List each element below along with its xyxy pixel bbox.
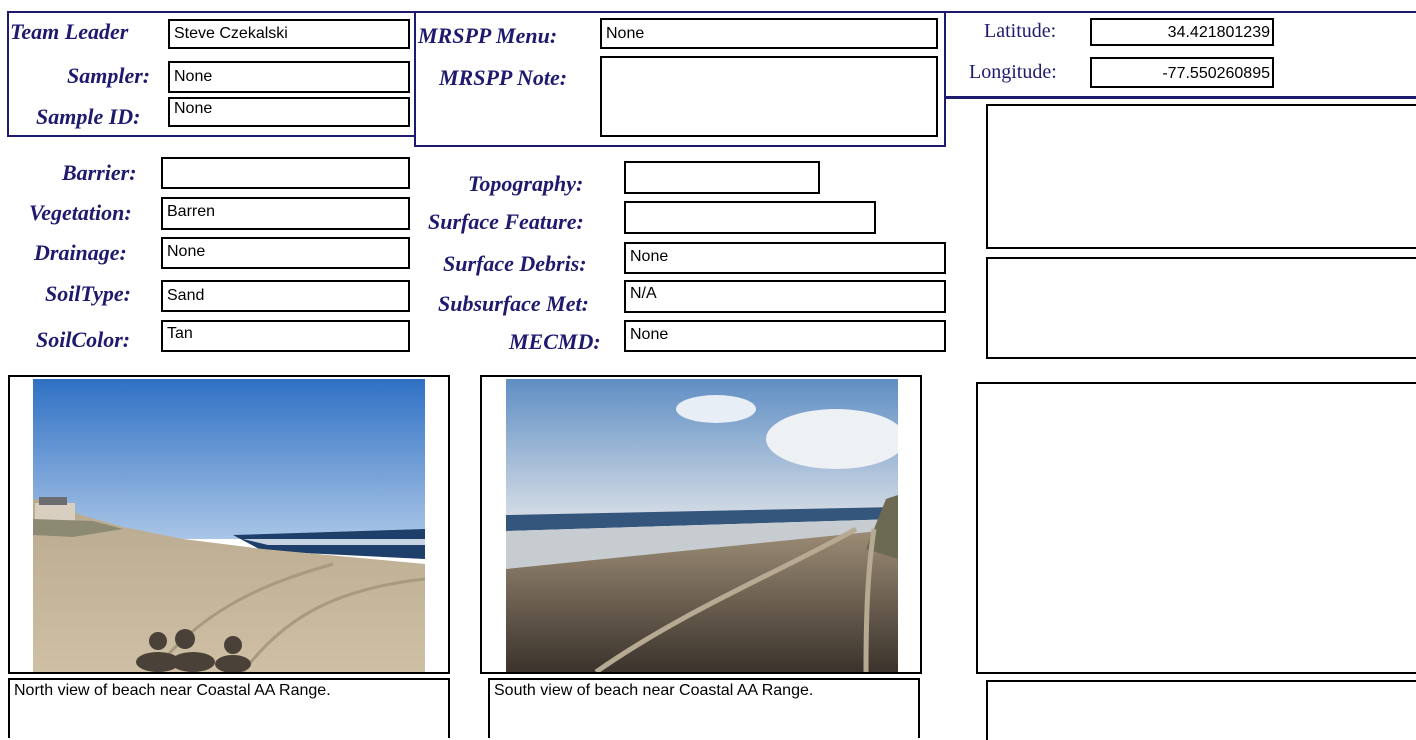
surface-debris-label: Surface Debris: (443, 251, 587, 276)
longitude-field[interactable]: -77.550260895 (1090, 57, 1274, 88)
header-top-line (946, 11, 1416, 13)
sampler-label: Sampler: (67, 63, 151, 88)
surface-debris-field[interactable]: None (624, 242, 946, 274)
drainage-label: Drainage: (34, 240, 127, 265)
sampler-field[interactable]: None (168, 61, 410, 93)
map-panel-top (986, 104, 1416, 249)
photo-north-view (33, 379, 425, 672)
team-leader-label: Team Leader (10, 19, 129, 44)
soiltype-label: SoilType: (45, 281, 131, 306)
barrier-field[interactable] (161, 157, 410, 189)
photo-south-view (506, 379, 898, 672)
topography-label: Topography: (468, 171, 584, 196)
map-panel-second (986, 257, 1416, 359)
subsurface-met-field[interactable]: N/A (624, 280, 946, 313)
mecmd-field[interactable]: None (624, 320, 946, 352)
header-bottom-line (946, 96, 1416, 99)
latitude-field[interactable]: 34.421801239 (1090, 18, 1274, 46)
vegetation-field[interactable]: Barren (161, 197, 410, 230)
soilcolor-field[interactable]: Tan (161, 320, 410, 352)
photo-caption-north: North view of beach near Coastal AA Rang… (8, 678, 450, 738)
team-leader-field[interactable]: Steve Czekalski (168, 19, 410, 49)
soilcolor-label: SoilColor: (36, 327, 131, 352)
topography-field[interactable] (624, 161, 820, 194)
longitude-label: Longitude: (969, 61, 1057, 83)
vegetation-label: Vegetation: (29, 200, 132, 225)
sample-id-label: Sample ID: (36, 104, 141, 129)
soiltype-field[interactable]: Sand (161, 280, 410, 312)
drainage-field[interactable]: None (161, 237, 410, 269)
map-panel-large (976, 382, 1416, 674)
barrier-label: Barrier: (62, 160, 137, 185)
subsurface-met-label: Subsurface Met: (438, 291, 589, 316)
latitude-label: Latitude: (984, 20, 1057, 42)
mecmd-label: MECMD: (509, 329, 601, 354)
mrspp-note-label: MRSPP Note: (439, 65, 568, 90)
mrspp-menu-label: MRSPP Menu: (418, 23, 558, 48)
map-panel-bottom (986, 680, 1416, 740)
sample-id-field[interactable]: None (168, 97, 410, 127)
mrspp-note-field[interactable] (600, 56, 938, 137)
photo-caption-south: South view of beach near Coastal AA Rang… (488, 678, 920, 738)
surface-feature-field[interactable] (624, 201, 876, 234)
surface-feature-label: Surface Feature: (428, 209, 584, 234)
mrspp-menu-field[interactable]: None (600, 18, 938, 49)
